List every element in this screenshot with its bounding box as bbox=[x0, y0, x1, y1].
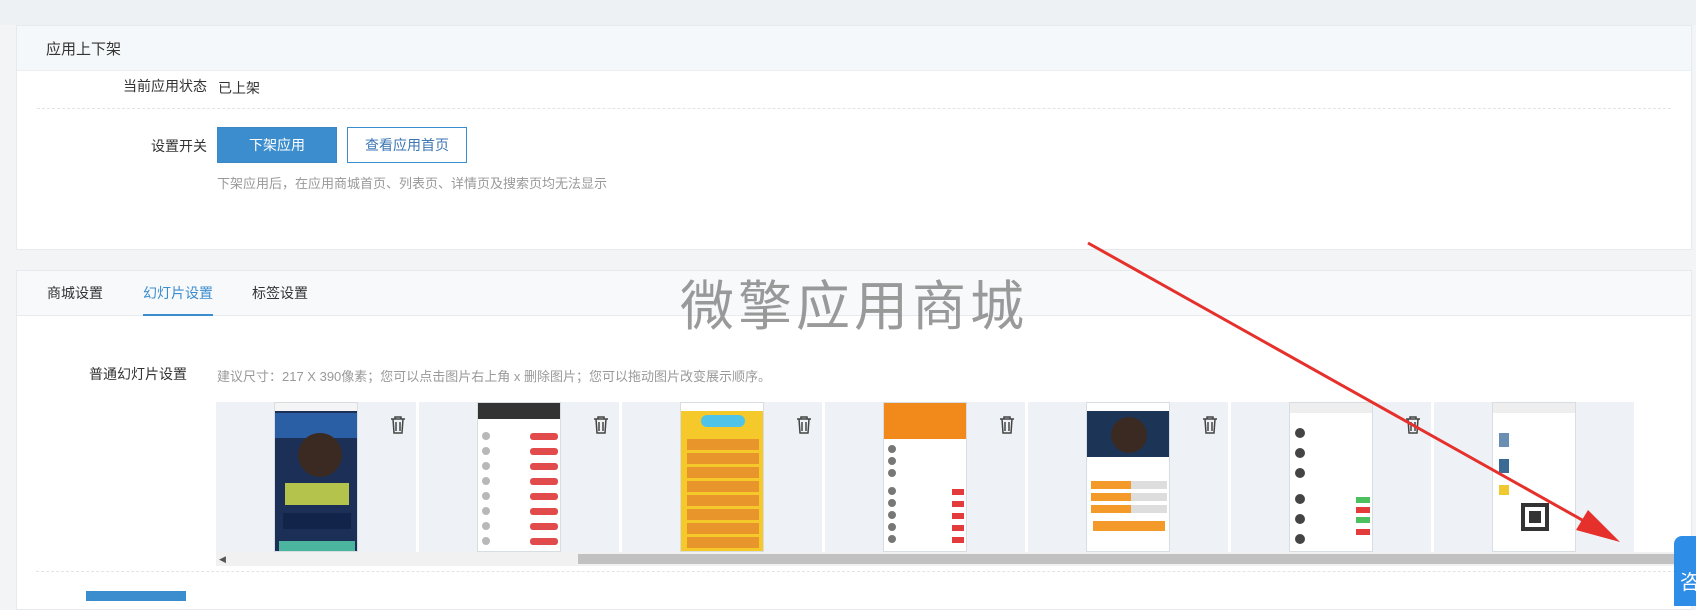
slide-thumbnail bbox=[477, 402, 561, 552]
slide-thumbnail bbox=[883, 402, 967, 552]
watermark: 微擎应用商城 bbox=[680, 275, 1028, 338]
slide-thumbnail bbox=[1289, 402, 1373, 552]
unpublish-button[interactable]: 下架应用 bbox=[217, 127, 337, 163]
slides-label: 普通幻灯片设置 bbox=[89, 366, 187, 382]
status-value: 已上架 bbox=[218, 80, 260, 96]
slide-thumbnail bbox=[1492, 402, 1576, 552]
divider bbox=[36, 571, 1676, 572]
slide-item[interactable] bbox=[419, 402, 619, 552]
tab-mall-settings[interactable]: 商城设置 bbox=[47, 271, 103, 316]
gallery-scrollbar[interactable]: ◀ bbox=[216, 552, 1696, 566]
slide-item[interactable] bbox=[216, 402, 416, 552]
publish-panel: 应用上下架 当前应用状态 已上架 设置开关 下架应用 查看应用首页 下架应用后，… bbox=[16, 25, 1692, 250]
trash-icon[interactable] bbox=[1202, 416, 1218, 434]
slide-thumbnail bbox=[680, 402, 764, 552]
slide-item[interactable] bbox=[622, 402, 822, 552]
tab-slide-settings[interactable]: 幻灯片设置 bbox=[143, 271, 213, 316]
slide-thumbnail bbox=[1086, 402, 1170, 552]
scroll-left-icon[interactable]: ◀ bbox=[219, 554, 226, 565]
save-button[interactable] bbox=[86, 591, 186, 601]
trash-icon[interactable] bbox=[390, 416, 406, 434]
slide-item[interactable] bbox=[1231, 402, 1431, 552]
slides-hint: 建议尺寸：217 X 390像素；您可以点击图片右上角 x 删除图片；您可以拖动… bbox=[217, 369, 771, 384]
slide-item[interactable] bbox=[1434, 402, 1634, 552]
publish-panel-title: 应用上下架 bbox=[17, 26, 1691, 71]
slide-gallery[interactable] bbox=[216, 402, 1696, 552]
scroll-thumb[interactable] bbox=[578, 554, 1696, 564]
view-home-button[interactable]: 查看应用首页 bbox=[347, 127, 467, 163]
switch-label: 设置开关 bbox=[151, 138, 207, 154]
trash-icon[interactable] bbox=[796, 416, 812, 434]
slide-item[interactable] bbox=[825, 402, 1025, 552]
trash-icon[interactable] bbox=[593, 416, 609, 434]
unpublish-hint: 下架应用后，在应用商城首页、列表页、详情页及搜索页均无法显示 bbox=[217, 176, 608, 191]
trash-icon[interactable] bbox=[999, 416, 1015, 434]
status-label: 当前应用状态 bbox=[123, 78, 207, 94]
slide-thumbnail bbox=[274, 402, 358, 552]
divider bbox=[37, 108, 1671, 109]
consult-button[interactable]: 咨 bbox=[1674, 536, 1696, 606]
trash-icon[interactable] bbox=[1405, 416, 1421, 434]
top-strip bbox=[0, 0, 1696, 25]
slide-item[interactable] bbox=[1028, 402, 1228, 552]
tab-tag-settings[interactable]: 标签设置 bbox=[252, 271, 308, 316]
